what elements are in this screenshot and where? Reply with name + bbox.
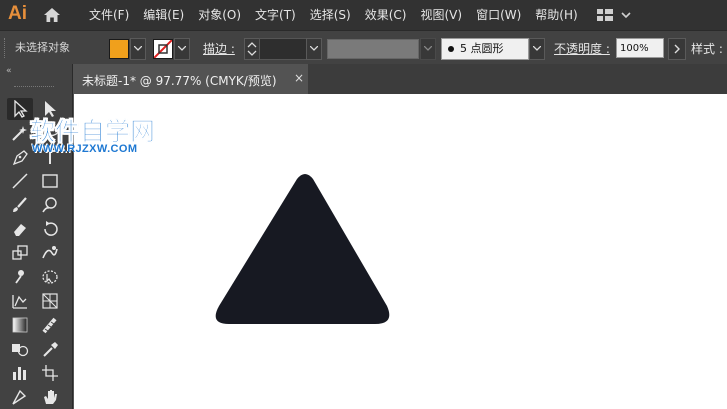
paintbrush-tool[interactable] [7,194,33,216]
fill-dropdown-button[interactable] [130,38,146,60]
workspace-switcher-icon[interactable] [596,8,632,22]
watermark: 软件自学网 WWW.RJZXW.COM [30,112,180,162]
document-tab[interactable]: 未标题-1* @ 97.77% (CMYK/预览) × [74,64,308,94]
scale-tool[interactable] [7,242,33,264]
profile-dropdown[interactable] [420,38,436,60]
shape-builder-tool[interactable] [7,290,33,312]
menu-effect[interactable]: 效果(C) [358,0,414,30]
opacity-expand-button[interactable] [668,38,686,60]
opacity-input[interactable]: 100% [616,38,664,58]
gradient-tool[interactable] [7,314,33,336]
home-icon[interactable] [43,7,61,23]
rotate-tool[interactable] [37,218,63,240]
menu-edit[interactable]: 编辑(E) [136,0,191,30]
opacity-label[interactable]: 不透明度 : [554,40,610,57]
menu-file[interactable]: 文件(F) [82,0,136,30]
free-transform-tool[interactable] [37,266,63,288]
panel-grip[interactable] [4,38,7,58]
document-tab-title: 未标题-1* @ 97.77% (CMYK/预览) [82,74,277,88]
brush-size: 5 [460,42,467,55]
mesh-tool[interactable] [37,314,63,336]
perspective-grid-tool[interactable] [37,290,63,312]
menu-bar: Ai 文件(F) 编辑(E) 对象(O) 文字(T) 选择(S) 效果(C) 视… [0,0,727,30]
stroke-weight-dropdown[interactable] [306,38,322,60]
stroke-weight-input[interactable] [259,38,307,60]
selection-status: 未选择对象 [15,41,70,54]
document-tab-bar: 未标题-1* @ 97.77% (CMYK/预览) × [74,64,727,94]
column-graph-tool[interactable] [7,362,33,384]
brush-dropdown-button[interactable] [529,38,545,60]
hand-tool[interactable] [37,386,63,408]
stroke-color-swatch[interactable] [153,39,173,59]
menu-object[interactable]: 对象(O) [191,0,248,30]
control-bar: 未选择对象 描边 : 5 点圆形 不透明度 : 100% 样式 : [0,30,727,64]
stroke-weight-stepper[interactable] [244,38,260,60]
blend-tool[interactable] [7,338,33,360]
line-segment-tool[interactable] [7,170,33,192]
close-icon[interactable]: × [294,71,304,85]
toolbar-grip[interactable] [14,86,54,89]
variable-width-profile[interactable] [327,39,419,59]
puppet-warp-tool[interactable] [7,266,33,288]
stroke-dropdown-button[interactable] [174,38,190,60]
artboard-tool[interactable] [37,362,63,384]
watermark-url: WWW.RJZXW.COM [32,143,138,155]
menu-help[interactable]: 帮助(H) [528,0,584,30]
brush-name: 点圆形 [470,42,504,55]
rectangle-tool[interactable] [37,170,63,192]
warp-tool[interactable] [37,242,63,264]
stroke-weight-label[interactable]: 描边 : [203,40,235,57]
slice-tool[interactable] [7,386,33,408]
brush-dot-icon [448,45,454,52]
main-menu: 文件(F) 编辑(E) 对象(O) 文字(T) 选择(S) 效果(C) 视图(V… [82,0,585,30]
app-logo: Ai [8,3,27,24]
eraser-tool[interactable] [7,218,33,240]
shaper-tool[interactable] [37,194,63,216]
menu-type[interactable]: 文字(T) [248,0,303,30]
fill-color-swatch[interactable] [109,39,129,59]
collapse-panel-icon[interactable]: « [6,66,12,76]
eyedropper-tool[interactable] [37,338,63,360]
menu-select[interactable]: 选择(S) [303,0,358,30]
menu-view[interactable]: 视图(V) [413,0,469,30]
style-label[interactable]: 样式 : [691,40,723,57]
brush-definition-select[interactable]: 5 点圆形 [441,38,529,60]
menu-window[interactable]: 窗口(W) [469,0,528,30]
rounded-triangle-shape[interactable] [215,174,390,324]
